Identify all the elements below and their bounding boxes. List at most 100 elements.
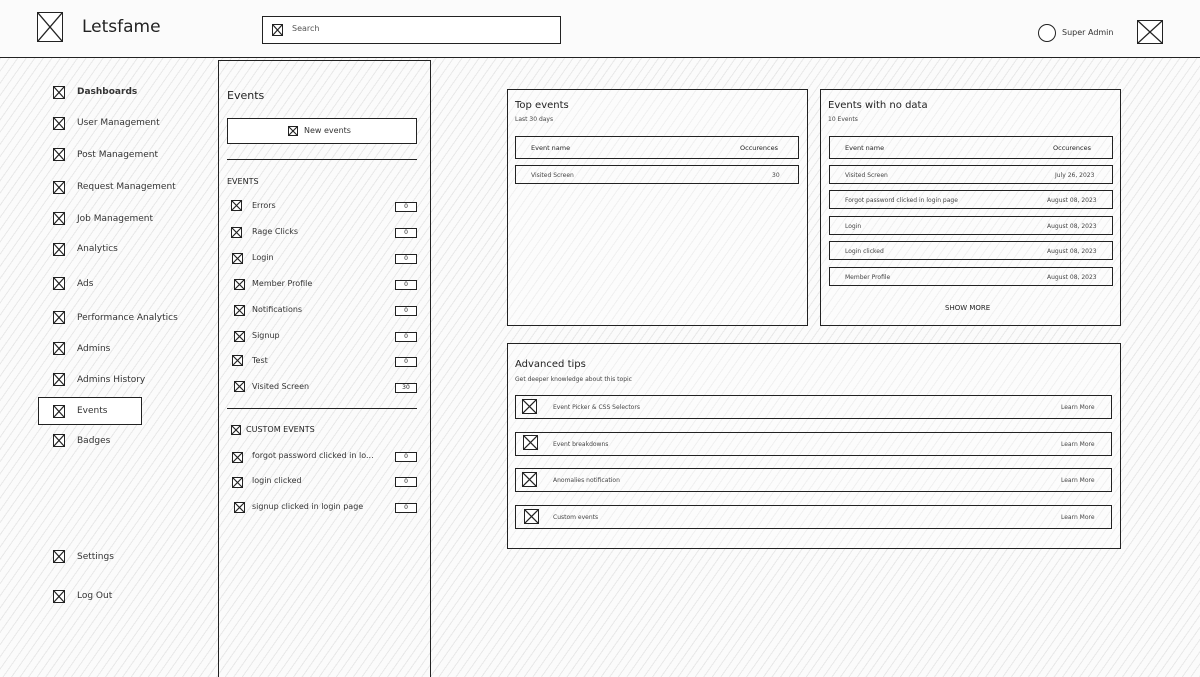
row-event-name: Member Profile xyxy=(845,274,891,281)
column-header-event-name: Event name xyxy=(845,144,885,152)
event-icon xyxy=(232,477,243,488)
event-icon xyxy=(231,200,242,211)
event-label: Test xyxy=(252,356,268,365)
custom-event-row[interactable]: signup clicked in login page 0 xyxy=(231,501,418,515)
event-row-rage-clicks[interactable]: Rage Clicks 0 xyxy=(231,226,418,240)
sidebar-item-logout[interactable]: Log Out xyxy=(53,590,203,604)
performance-analytics-icon xyxy=(53,311,65,324)
sidebar-item-admins-history[interactable]: Admins History xyxy=(53,373,203,387)
event-label: Notifications xyxy=(252,305,303,314)
learn-more-link[interactable]: Learn More xyxy=(1061,477,1095,484)
event-row-errors[interactable]: Errors 0 xyxy=(231,200,418,214)
row-event-name: Visited Screen xyxy=(845,172,888,179)
event-row-test[interactable]: Test 0 xyxy=(231,354,418,368)
sidebar-item-request-management[interactable]: Request Management xyxy=(53,181,203,195)
event-row-notifications[interactable]: Notifications 0 xyxy=(231,303,418,317)
sidebar-item-badges[interactable]: Badges xyxy=(53,434,203,448)
request-management-icon xyxy=(53,181,65,194)
event-label: login clicked xyxy=(252,476,302,485)
column-header-event-name: Event name xyxy=(531,144,571,152)
search-placeholder: Search xyxy=(292,24,320,33)
add-icon xyxy=(288,126,298,136)
custom-event-row[interactable]: login clicked 0 xyxy=(231,475,418,489)
sidebar-item-events[interactable]: Events xyxy=(38,397,142,425)
sidebar-item-label: Dashboards xyxy=(77,87,138,97)
tips-title: Advanced tips xyxy=(515,359,586,370)
event-row-login[interactable]: Login 0 xyxy=(231,252,418,266)
event-count: 0 xyxy=(395,477,417,487)
sidebar-item-dashboards[interactable]: Dashboards xyxy=(53,86,203,100)
logout-icon xyxy=(53,590,65,603)
learn-more-link[interactable]: Learn More xyxy=(1061,404,1095,411)
admins-icon xyxy=(53,342,65,355)
top-events-subtitle: Last 30 days xyxy=(515,116,554,123)
user-management-icon xyxy=(53,117,65,130)
search-bar[interactable]: Search xyxy=(262,16,561,44)
app-title: Letsfame xyxy=(82,17,161,37)
sidebar-item-label: Log Out xyxy=(77,591,113,601)
sidebar-item-label: Admins xyxy=(77,344,111,354)
row-event-value: 30 xyxy=(772,172,780,179)
divider xyxy=(227,159,417,160)
custom-events-section-header: CUSTOM EVENTS xyxy=(246,425,315,434)
sidebar-item-ads[interactable]: Ads xyxy=(53,277,203,291)
event-label: Login xyxy=(252,253,274,262)
sidebar-item-label: Admins History xyxy=(77,375,146,385)
show-more-link[interactable]: SHOW MORE xyxy=(945,304,990,312)
event-row-signup[interactable]: Signup 0 xyxy=(231,329,418,343)
sidebar-item-post-management[interactable]: Post Management xyxy=(53,148,203,162)
user-name[interactable]: Super Admin xyxy=(1062,28,1113,37)
custom-event-row[interactable]: forgot password clicked in lo... 0 xyxy=(231,450,418,464)
no-data-title: Events with no data xyxy=(828,100,928,111)
sidebar-item-performance-analytics[interactable]: Performance Analytics xyxy=(53,311,213,325)
learn-more-link[interactable]: Learn More xyxy=(1061,514,1095,521)
events-section-header: EVENTS xyxy=(227,177,259,186)
sidebar-item-label: User Management xyxy=(77,118,160,128)
event-row-visited-screen[interactable]: Visited Screen 30 xyxy=(231,380,418,394)
sidebar-item-analytics[interactable]: Analytics xyxy=(53,243,203,257)
tips-subtitle: Get deeper knowledge about this topic xyxy=(515,376,632,383)
tip-label: Custom events xyxy=(553,514,599,521)
event-count: 0 xyxy=(395,228,417,238)
custom-events-header-row: CUSTOM EVENTS xyxy=(231,424,418,438)
row-event-value: August 08, 2023 xyxy=(1047,248,1097,255)
event-count: 30 xyxy=(395,383,417,393)
event-label: signup clicked in login page xyxy=(252,502,364,511)
row-event-name: Forgot password clicked in login page xyxy=(845,197,958,204)
new-events-button[interactable]: New events xyxy=(227,118,417,144)
event-icon xyxy=(234,331,245,342)
analytics-icon xyxy=(53,243,65,256)
tip-label: Event Picker & CSS Selectors xyxy=(553,404,640,411)
learn-more-link[interactable]: Learn More xyxy=(1061,441,1095,448)
event-count: 0 xyxy=(395,503,417,513)
sidebar-item-job-management[interactable]: Job Management xyxy=(53,212,203,226)
sidebar-item-label: Badges xyxy=(77,436,111,446)
sidebar-item-label: Performance Analytics xyxy=(77,313,178,323)
event-row-member-profile[interactable]: Member Profile 0 xyxy=(231,277,418,291)
avatar[interactable] xyxy=(1038,24,1056,42)
event-icon xyxy=(234,502,245,513)
menu-icon[interactable] xyxy=(1137,20,1163,44)
sidebar-item-admins[interactable]: Admins xyxy=(53,342,203,356)
event-count: 0 xyxy=(395,452,417,462)
header: Letsfame Search Super Admin xyxy=(0,0,1200,58)
row-event-value: July 26, 2023 xyxy=(1055,172,1095,179)
divider xyxy=(227,408,417,409)
column-header-occurences: Occurences xyxy=(1053,144,1091,152)
event-count: 0 xyxy=(395,202,417,212)
tip-icon xyxy=(523,435,538,450)
sidebar-item-label: Settings xyxy=(77,552,114,562)
badges-icon xyxy=(53,434,65,447)
event-icon xyxy=(234,305,245,316)
settings-icon xyxy=(53,550,65,563)
event-icon xyxy=(232,253,243,264)
row-event-name: Login xyxy=(845,223,862,230)
tip-icon xyxy=(522,472,537,487)
row-event-name: Login clicked xyxy=(845,248,884,255)
sidebar-item-settings[interactable]: Settings xyxy=(53,550,203,564)
tip-row[interactable] xyxy=(515,505,1112,529)
event-count: 0 xyxy=(395,254,417,264)
event-label: Errors xyxy=(252,201,276,210)
event-icon xyxy=(234,279,245,290)
sidebar-item-user-management[interactable]: User Management xyxy=(53,117,203,131)
